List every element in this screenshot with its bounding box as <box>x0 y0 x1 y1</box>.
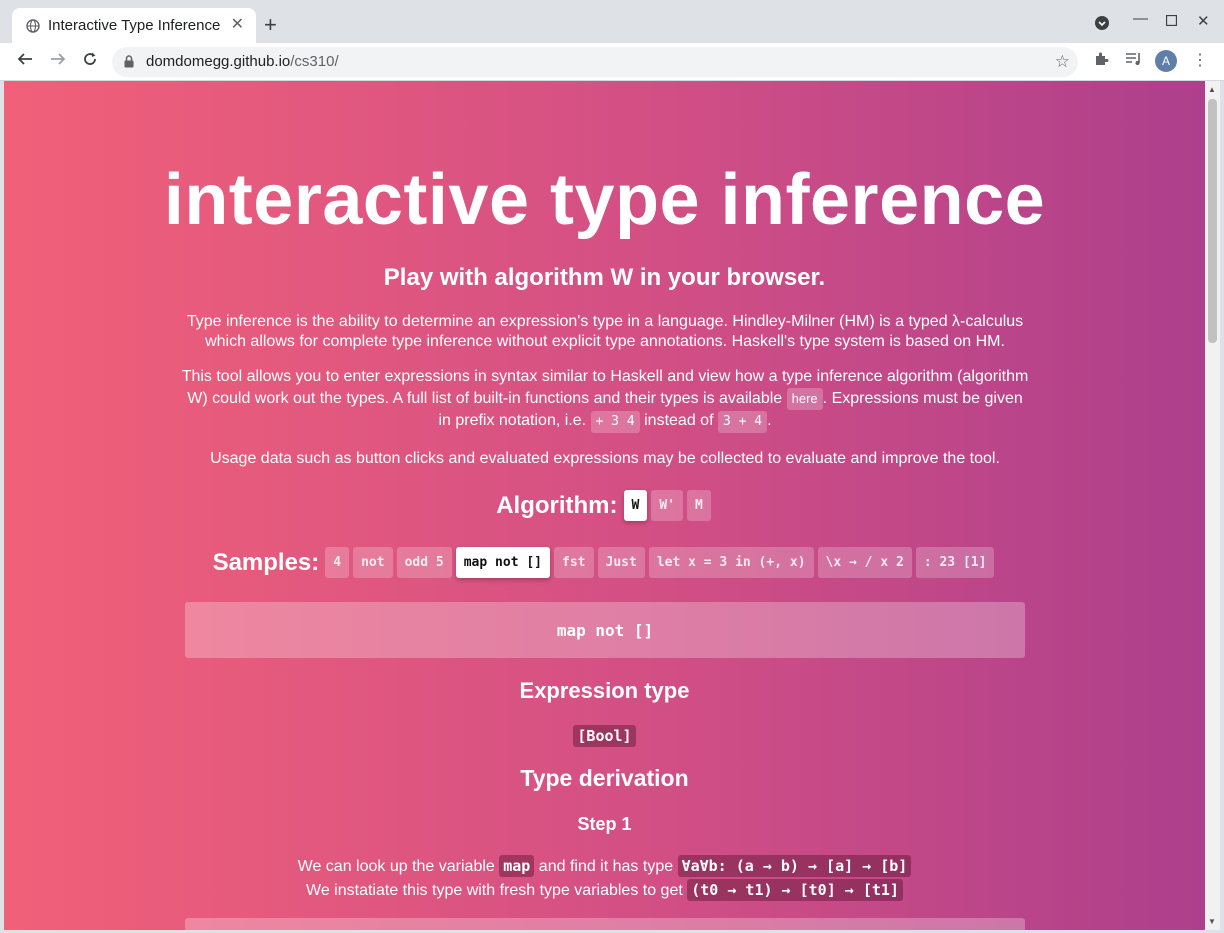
scrollbar-thumb[interactable] <box>1208 99 1217 343</box>
step-variable-code: map <box>499 855 535 877</box>
menu-kebab-icon[interactable]: ⋮ <box>1192 50 1208 70</box>
new-tab-button[interactable]: + <box>264 14 277 36</box>
tab-search-icon[interactable] <box>1094 15 1110 35</box>
scroll-up-icon[interactable]: ▲ <box>1208 85 1216 94</box>
bookmark-star-icon[interactable]: ☆ <box>1055 52 1070 72</box>
step-instantiated-code: (t0 → t1) → [t0] → [t1] <box>687 879 903 901</box>
tab-active[interactable]: Interactive Type Inference ✕ <box>12 8 256 43</box>
step-line-1: We can look up the variable map and find… <box>4 855 1205 877</box>
address-bar[interactable]: domdomegg.github.io/cs310/ ☆ <box>112 47 1078 77</box>
step-title: Step 1 <box>577 814 632 834</box>
samples-row: Samples: 4 not odd 5 map not [] fst Just… <box>4 547 1205 578</box>
page-subtitle: Play with algorithm W in your browser. <box>383 264 826 291</box>
intro-paragraph: Type inference is the ability to determi… <box>186 313 1024 350</box>
sample-button[interactable]: fst <box>554 547 594 578</box>
media-control-icon[interactable] <box>1125 51 1143 72</box>
samples-label: Samples: <box>212 548 320 576</box>
sample-button[interactable]: \x → / x 2 <box>817 547 912 578</box>
reload-icon[interactable] <box>82 51 98 71</box>
sample-button[interactable]: : 23 [1] <box>915 547 995 578</box>
step-expression-box <box>185 918 1025 930</box>
algorithm-w-prime-button[interactable]: W' <box>651 490 683 521</box>
sample-button[interactable]: Just <box>597 547 645 578</box>
algorithm-selector: Algorithm: W W' M <box>4 490 1205 521</box>
infix-example-code: 3 + 4 <box>717 411 768 433</box>
url-text: domdomegg.github.io/cs310/ <box>146 53 339 70</box>
tab-bar: Interactive Type Inference ✕ + — ✕ <box>0 0 1224 43</box>
builtins-link[interactable]: here <box>786 388 823 410</box>
algorithm-m-button[interactable]: M <box>686 490 711 521</box>
expression-type-heading: Expression type <box>519 678 690 703</box>
page-title: interactive type inference <box>163 160 1046 240</box>
page-content: interactive type inference Play with alg… <box>4 81 1205 930</box>
sample-button[interactable]: let x = 3 in (+, x) <box>648 547 814 578</box>
sample-button[interactable]: 4 <box>325 547 350 578</box>
page-scrollbar[interactable]: ▲ ▼ <box>1205 81 1220 930</box>
close-tab-icon[interactable]: ✕ <box>231 17 244 33</box>
profile-avatar[interactable]: A <box>1155 50 1177 72</box>
lock-icon <box>124 55 134 73</box>
prefix-example-code: + 3 4 <box>590 411 640 433</box>
step-type-code: ∀a∀b: (a → b) → [a] → [b] <box>677 855 912 877</box>
expression-type-code: [Bool] <box>573 725 636 747</box>
expression-type-result: [Bool] <box>4 725 1205 747</box>
sample-button-active[interactable]: map not [] <box>455 547 551 578</box>
browser-toolbar: domdomegg.github.io/cs310/ ☆ ⋮ <box>0 43 1224 81</box>
algorithm-label: Algorithm: <box>496 491 618 519</box>
back-icon[interactable] <box>17 51 33 71</box>
maximize-icon[interactable] <box>1165 13 1178 30</box>
tab-title: Interactive Type Inference <box>48 17 221 34</box>
step-line-2: We instatiate this type with fresh type … <box>4 879 1205 901</box>
tool-paragraph: This tool allows you to enter expression… <box>180 366 1030 433</box>
sample-button[interactable]: odd 5 <box>396 547 452 578</box>
scroll-down-icon[interactable]: ▼ <box>1208 917 1216 926</box>
sample-button[interactable]: not <box>353 547 393 578</box>
usage-notice: Usage data such as button clicks and eva… <box>210 450 1000 467</box>
algorithm-w-button[interactable]: W <box>623 490 648 521</box>
type-derivation-heading: Type derivation <box>520 765 689 791</box>
minimize-icon[interactable]: — <box>1133 10 1148 27</box>
forward-icon[interactable] <box>50 51 66 71</box>
extensions-icon[interactable] <box>1093 51 1109 72</box>
globe-icon <box>26 18 40 33</box>
close-window-icon[interactable]: ✕ <box>1197 12 1210 30</box>
expression-input[interactable]: map not [] <box>185 602 1025 658</box>
